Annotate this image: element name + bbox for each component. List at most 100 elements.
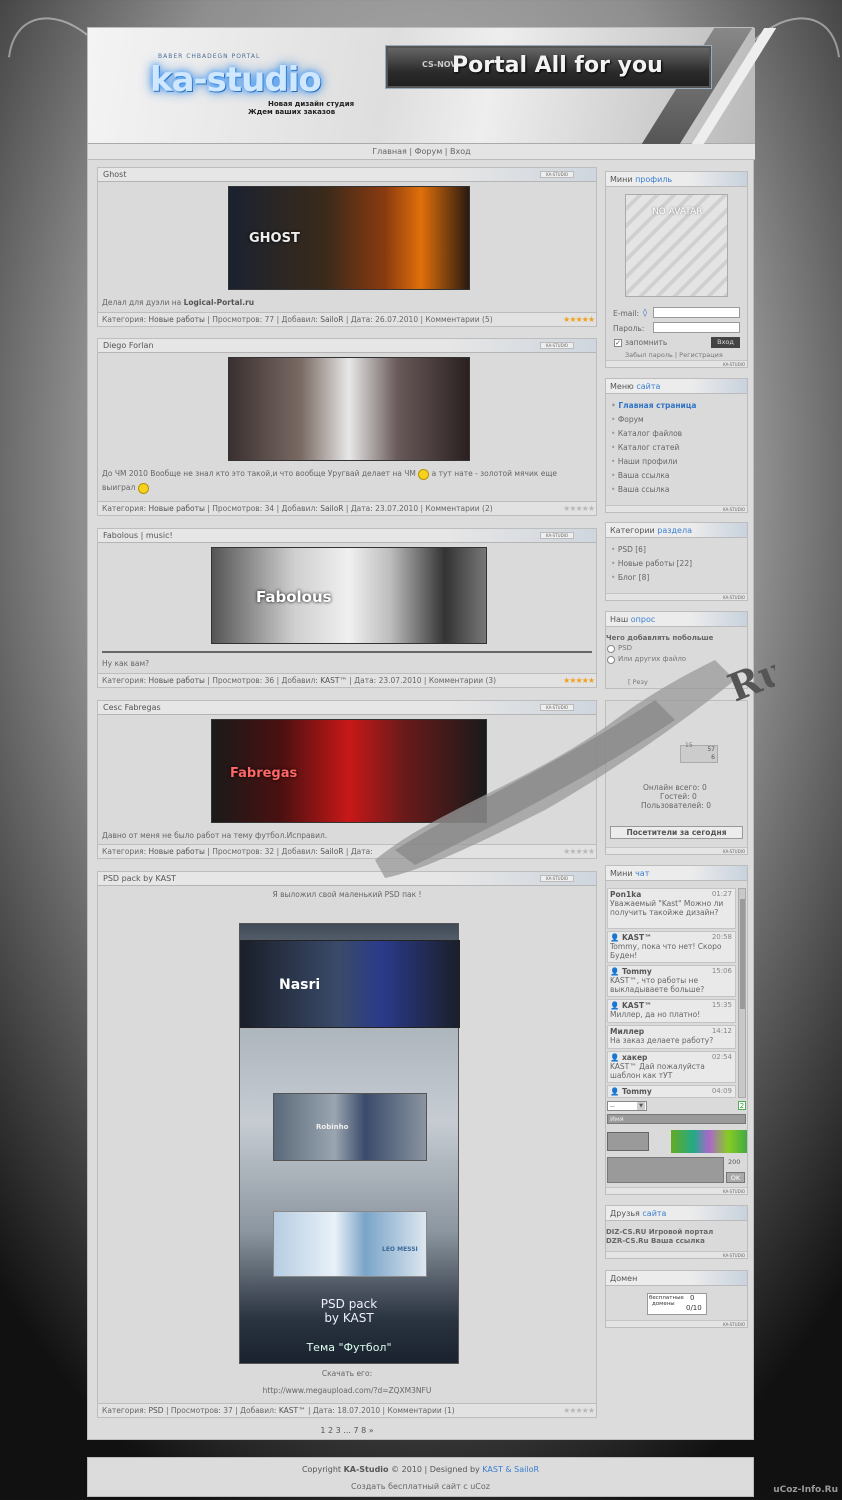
chat-scrollbar[interactable] [738,888,746,1098]
rating-stars[interactable]: ★★★★★ [563,677,595,685]
scrollbar-thumb[interactable] [740,899,745,1009]
chat-user[interactable]: 👤 KAST™ [610,1001,652,1010]
poll-radio[interactable] [607,645,615,653]
post-author[interactable]: KAST™ [279,1406,306,1415]
post-image-caption: GHOST [249,231,300,246]
site-logo[interactable]: ka-studio [150,60,322,100]
captcha-input[interactable] [607,1132,649,1151]
nav-link-login[interactable]: Вход [450,147,471,156]
rating-stars[interactable]: ★★★★★ [563,316,595,324]
nav-link-forum[interactable]: Форум [415,147,443,156]
post-image[interactable]: Fabolous [211,547,487,644]
post-text: До ЧМ 2010 Вообще не знал кто это такой,… [102,468,558,494]
domain-badge[interactable]: бесплатные домены 0 0/10 [647,1293,707,1315]
chat-user[interactable]: 👤 хакер [610,1053,647,1062]
chat-message-input[interactable] [607,1157,724,1183]
menu-item-files[interactable]: Каталог файлов [611,429,682,438]
rating-stars[interactable]: ★★★★★ [563,505,595,513]
designers-link[interactable]: KAST & SailoR [482,1465,539,1474]
post-title[interactable]: Fabolous | music! [103,531,173,540]
menu-item-articles[interactable]: Каталог статей [611,443,680,452]
remember-checkbox[interactable]: ✓ [614,339,622,347]
download-link[interactable]: http://www.megaupload.com/?d=ZQXM3NFU [98,1386,596,1395]
register-link[interactable]: Регистрация [679,351,723,359]
post-author[interactable]: KAST™ [320,676,347,685]
nav-link-home[interactable]: Главная [372,147,407,156]
post-category[interactable]: Новые работы [149,315,205,324]
post-intro: Я выложил свой маленький PSD пак ! [272,890,422,899]
email-field[interactable] [653,307,740,318]
category-item-psd[interactable]: PSD [6] [611,545,646,554]
poll-radio[interactable] [607,656,615,664]
password-field[interactable] [653,322,740,333]
post-category[interactable]: PSD [149,1406,164,1415]
pack-image[interactable]: Nasri [240,940,460,1028]
menu-item-link[interactable]: Ваша ссылка [611,471,670,480]
post-title[interactable]: Ghost [103,170,126,179]
pack-image-caption: Robinho [316,1123,349,1131]
post-title[interactable]: PSD pack by KAST [103,874,176,883]
pack-image[interactable]: Robinho [273,1093,427,1161]
pack-title: PSD pack [320,1297,378,1311]
menu-item-profiles[interactable]: Наши профили [611,457,678,466]
ucoz-link[interactable]: Создать бесплатный сайт с uCoz [88,1482,753,1491]
forgot-password-link[interactable]: Забыл пароль [625,351,673,359]
pack-image[interactable]: LEO MESSI [273,1211,427,1277]
post-category[interactable]: Новые работы [149,847,205,856]
chat-user[interactable]: 👤 KAST™ [610,933,652,942]
psd-pack-preview[interactable]: Nasri Robinho LEO MESSI PSD pack by KAST… [239,923,460,1364]
poll-results-link[interactable]: [ Резу [628,678,648,686]
post-title[interactable]: Cesc Fabregas [103,703,161,712]
chat-text: Уважаемый "Kast" Можно ли получить такой… [610,899,724,917]
visitors-today-button[interactable]: Посетители за сегодня [610,826,743,839]
menu-item-forum[interactable]: Форум [611,415,644,424]
block-footer: KA-STUDIO [606,505,747,512]
friend-link[interactable]: DIZ-CS.RU Игровой портал [606,1228,713,1236]
pack-theme: Тема "Футбол" [306,1341,392,1354]
post-comments-link[interactable]: Комментарии (2) [425,504,492,513]
post-text: Давно от меня не было работ на тему футб… [102,831,328,840]
post-image-caption: Fabolous [256,588,332,606]
post-image[interactable]: GHOST [228,186,470,290]
post-author[interactable]: SailoR [320,847,343,856]
categories-block: Категории раздела PSD [6] Новые работы [… [605,522,748,601]
menu-item-home[interactable]: Главная страница [611,401,696,410]
chat-user[interactable]: 👤 Tommy [610,967,652,976]
rating-stars[interactable]: ★★★★★ [563,1407,595,1415]
top-nav: Главная | Форум | Вход [88,144,755,160]
post-title-bar: Diego Forlan KA-STUDIO [98,339,596,353]
chat-name-input[interactable]: Имя [607,1114,746,1124]
post-image[interactable] [228,357,470,461]
post-category[interactable]: Новые работы [149,504,205,513]
header-banner[interactable]: CS-NOV Portal All for you [385,45,712,89]
post-author[interactable]: SailoR [320,504,343,513]
chat-user[interactable]: Pon1ka [610,890,641,899]
friend-link[interactable]: DZR-CS.Ru Ваша ссылка [606,1237,705,1245]
block-title: Домен [606,1271,747,1286]
rating-stars[interactable]: ★★★★★ [563,848,595,856]
post-image[interactable]: Fabregas [211,719,487,823]
chat-user[interactable]: 👤 Tommy [610,1087,652,1096]
post-title[interactable]: Diego Forlan [103,341,154,350]
poll-block: Наш опрос Чего добавлять побольше PSD Ил… [605,611,748,689]
chat-select[interactable]: -- ▼ [607,1101,647,1111]
category-item-blog[interactable]: Блог [8] [611,573,649,582]
chat-message: 👤 хакер 02:54 KAST™ Дай пожалуйста шаблон … [607,1051,736,1083]
news-post: PSD pack by KAST KA-STUDIO Я выложил свой… [97,871,597,1418]
post-author[interactable]: SailoR [320,315,343,324]
post-title-bar: PSD pack by KAST KA-STUDIO [98,872,596,886]
post-comments-link[interactable]: Комментарии (5) [425,315,492,324]
post-comments-link[interactable]: Комментарии (1) [387,1406,454,1415]
chat-message: Pon1ka 01:27 Уважаемый "Kast" Можно ли пол… [607,888,736,929]
post-comments-link[interactable]: Комментарии (3) [429,676,496,685]
post-link[interactable]: Logical-Portal.ru [184,298,255,307]
chat-send-button[interactable]: OK [726,1172,745,1183]
email-icon: ◊ [643,308,647,317]
menu-item-link[interactable]: Ваша ссылка [611,485,670,494]
login-button[interactable]: Вход [711,337,740,348]
post-category[interactable]: Новые работы [149,676,205,685]
category-item-new-works[interactable]: Новые работы [22] [611,559,692,568]
refresh-icon[interactable]: 2 [738,1101,746,1110]
pagination[interactable]: 1 2 3 ... 7 8 » [97,1426,597,1435]
chat-user[interactable]: Миллер [610,1027,644,1036]
